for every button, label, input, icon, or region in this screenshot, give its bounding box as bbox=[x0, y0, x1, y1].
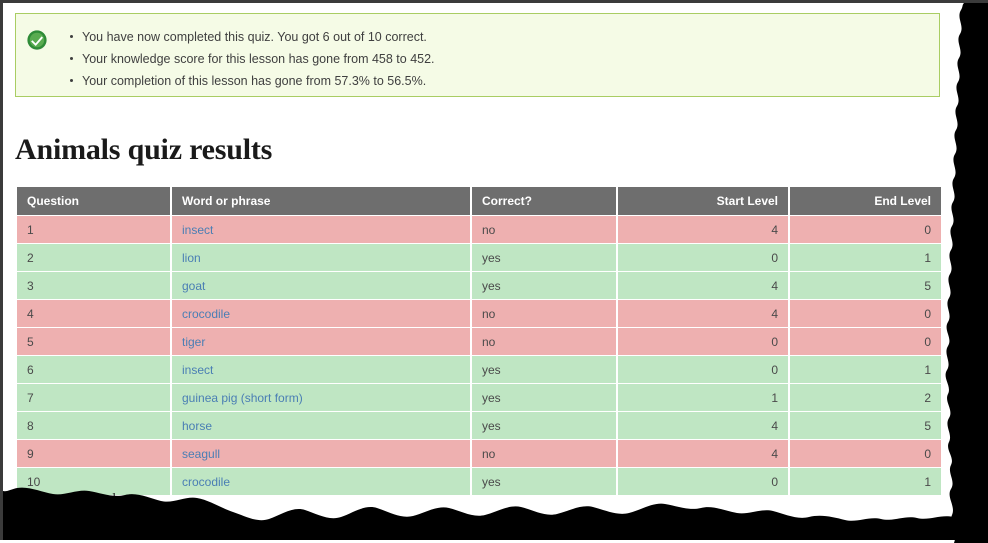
alert-message: Your knowledge score for this lesson has… bbox=[70, 48, 929, 70]
word-link[interactable]: seagull bbox=[182, 447, 220, 461]
cell-question-number: 1 bbox=[17, 216, 172, 243]
table-head: Question Word or phrase Correct? Start L… bbox=[17, 187, 941, 215]
alert-message-list: You have now completed this quiz. You go… bbox=[60, 26, 929, 92]
cell-correct: yes bbox=[472, 468, 618, 495]
alert-icon-container bbox=[26, 26, 60, 51]
cell-question-number: 2 bbox=[17, 244, 172, 271]
cell-start-level: 4 bbox=[618, 300, 790, 327]
word-link[interactable]: insect bbox=[182, 363, 213, 377]
column-header-end-level[interactable]: End Level bbox=[790, 187, 941, 215]
cell-correct: no bbox=[472, 440, 618, 467]
table-row: 3 goat yes 4 5 bbox=[17, 272, 941, 299]
cell-question-number: 7 bbox=[17, 384, 172, 411]
cell-word-or-phrase: tiger bbox=[172, 328, 472, 355]
cell-start-level: 4 bbox=[618, 412, 790, 439]
cell-end-level: 2 bbox=[790, 384, 941, 411]
cell-end-level: 0 bbox=[790, 328, 941, 355]
column-header-correct[interactable]: Correct? bbox=[472, 187, 618, 215]
cell-word-or-phrase: insect bbox=[172, 356, 472, 383]
cell-word-or-phrase: seagull bbox=[172, 440, 472, 467]
table-row: 6 insect yes 0 1 bbox=[17, 356, 941, 383]
table-row: 4 crocodile no 4 0 bbox=[17, 300, 941, 327]
word-link[interactable]: horse bbox=[182, 419, 212, 433]
cell-correct: yes bbox=[472, 272, 618, 299]
table-header-row: Question Word or phrase Correct? Start L… bbox=[17, 187, 941, 215]
column-header-start-level[interactable]: Start Level bbox=[618, 187, 790, 215]
cell-start-level: 4 bbox=[618, 440, 790, 467]
table-row: 2 lion yes 0 1 bbox=[17, 244, 941, 271]
quiz-results-table: Question Word or phrase Correct? Start L… bbox=[17, 186, 941, 496]
cell-question-number: 4 bbox=[17, 300, 172, 327]
cell-correct: yes bbox=[472, 244, 618, 271]
cell-correct: yes bbox=[472, 356, 618, 383]
obscured-footer-text: words bbox=[85, 491, 122, 507]
column-header-word[interactable]: Word or phrase bbox=[172, 187, 472, 215]
cell-end-level: 1 bbox=[790, 244, 941, 271]
cell-start-level: 0 bbox=[618, 244, 790, 271]
cell-word-or-phrase: goat bbox=[172, 272, 472, 299]
word-link[interactable]: goat bbox=[182, 279, 205, 293]
cell-start-level: 0 bbox=[618, 468, 790, 495]
table-row: 5 tiger no 0 0 bbox=[17, 328, 941, 355]
cell-start-level: 0 bbox=[618, 356, 790, 383]
cell-question-number: 8 bbox=[17, 412, 172, 439]
table-row: 7 guinea pig (short form) yes 1 2 bbox=[17, 384, 941, 411]
cell-correct: yes bbox=[472, 412, 618, 439]
word-link[interactable]: lion bbox=[182, 251, 201, 265]
table-row: 8 horse yes 4 5 bbox=[17, 412, 941, 439]
cell-word-or-phrase: insect bbox=[172, 216, 472, 243]
column-header-question[interactable]: Question bbox=[17, 187, 172, 215]
cell-word-or-phrase: crocodile bbox=[172, 300, 472, 327]
cell-question-number: 5 bbox=[17, 328, 172, 355]
cell-end-level: 5 bbox=[790, 412, 941, 439]
cell-correct: no bbox=[472, 300, 618, 327]
cell-correct: no bbox=[472, 328, 618, 355]
cell-start-level: 1 bbox=[618, 384, 790, 411]
cell-correct: yes bbox=[472, 384, 618, 411]
cell-end-level: 0 bbox=[790, 300, 941, 327]
table-row: 1 insect no 4 0 bbox=[17, 216, 941, 243]
alert-message: You have now completed this quiz. You go… bbox=[70, 26, 929, 48]
table-row: 9 seagull no 4 0 bbox=[17, 440, 941, 467]
cell-end-level: 1 bbox=[790, 356, 941, 383]
cell-end-level: 0 bbox=[790, 440, 941, 467]
cell-word-or-phrase: guinea pig (short form) bbox=[172, 384, 472, 411]
cell-end-level: 0 bbox=[790, 216, 941, 243]
table-row: 10 crocodile yes 0 1 bbox=[17, 468, 941, 495]
cell-start-level: 0 bbox=[618, 328, 790, 355]
cell-question-number: 6 bbox=[17, 356, 172, 383]
success-check-icon bbox=[27, 30, 47, 50]
cell-start-level: 4 bbox=[618, 216, 790, 243]
word-link[interactable]: insect bbox=[182, 223, 213, 237]
word-link[interactable]: crocodile bbox=[182, 307, 230, 321]
cell-end-level: 5 bbox=[790, 272, 941, 299]
cell-end-level: 1 bbox=[790, 468, 941, 495]
word-link[interactable]: guinea pig (short form) bbox=[182, 391, 303, 405]
cell-correct: no bbox=[472, 216, 618, 243]
cell-word-or-phrase: crocodile bbox=[172, 468, 472, 495]
page-title: Animals quiz results bbox=[15, 133, 273, 166]
cell-question-number: 9 bbox=[17, 440, 172, 467]
cell-word-or-phrase: horse bbox=[172, 412, 472, 439]
word-link[interactable]: tiger bbox=[182, 335, 205, 349]
table-body: 1 insect no 4 0 2 lion yes 0 1 3 goat yes 4 5 4 crocodil… bbox=[17, 216, 941, 495]
success-alert: You have now completed this quiz. You go… bbox=[15, 13, 940, 97]
cell-word-or-phrase: lion bbox=[172, 244, 472, 271]
cell-question-number: 3 bbox=[17, 272, 172, 299]
alert-message: Your completion of this lesson has gone … bbox=[70, 70, 929, 92]
word-link[interactable]: crocodile bbox=[182, 475, 230, 489]
page-container: You have now completed this quiz. You go… bbox=[0, 0, 988, 543]
cell-start-level: 4 bbox=[618, 272, 790, 299]
